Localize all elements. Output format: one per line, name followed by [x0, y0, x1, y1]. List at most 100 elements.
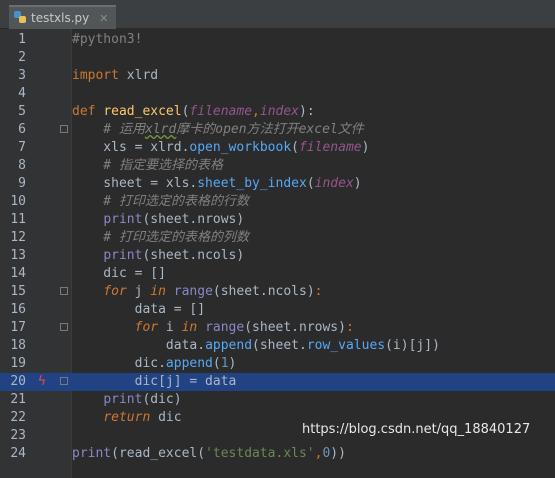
- code-text: print(sheet.ncols): [72, 247, 244, 265]
- python-file-icon: [13, 10, 27, 27]
- code-line-10[interactable]: 10 # 打印选定的表格的行数: [0, 193, 555, 211]
- code-token: )): [330, 446, 346, 461]
- keyword-token: for: [134, 320, 159, 335]
- code-line-17[interactable]: 17 for i in range(sheet.nrows):: [0, 319, 555, 337]
- code-line-2[interactable]: 2: [0, 49, 555, 67]
- tab-testxls[interactable]: testxls.py ✕: [9, 5, 117, 29]
- code-text: return dic: [72, 409, 182, 427]
- line-number: 13: [10, 248, 26, 263]
- code-editor[interactable]: 1 #python3! 2 3 import xlrd 4 5 def read…: [0, 29, 555, 478]
- code-token: (: [212, 356, 221, 371]
- code-token: data.: [72, 338, 206, 353]
- code-text: data.append(sheet.row_values(i)[j]): [72, 337, 440, 355]
- string-token: 'testdata.xls': [205, 446, 315, 461]
- code-token: sheet = xls.: [72, 176, 198, 191]
- line-number: 21: [10, 392, 26, 407]
- code-token: ): [228, 356, 237, 371]
- code-token: dic.: [72, 356, 166, 371]
- code-token: (sheet.ncols): [212, 284, 315, 299]
- code-text: sheet = xls.sheet_by_index(index): [72, 175, 361, 193]
- line-number: 6: [18, 122, 26, 137]
- code-token: (i)[j]): [385, 338, 440, 353]
- code-token: (: [306, 176, 315, 191]
- method-token: row_values: [306, 338, 386, 353]
- fold-marker-icon[interactable]: [60, 377, 68, 385]
- code-line-11[interactable]: 11 print(sheet.nrows): [0, 211, 555, 229]
- code-token: (sheet.ncols): [142, 248, 245, 263]
- code-text: for j in range(sheet.ncols):: [72, 283, 322, 301]
- code-text: print(dic): [72, 391, 181, 409]
- code-token: (sheet.: [252, 338, 307, 353]
- code-text: for i in range(sheet.nrows):: [72, 319, 354, 337]
- builtin-token: range: [205, 320, 245, 335]
- method-token: sheet_by_index: [197, 176, 307, 191]
- keyword-token: import: [72, 68, 119, 83]
- code-token: (sheet.nrows): [244, 320, 346, 335]
- code-token: dic: [150, 410, 182, 425]
- code-line-18[interactable]: 18 data.append(sheet.row_values(i)[j]): [0, 337, 555, 355]
- builtin-token: print: [72, 446, 112, 461]
- code-line-24[interactable]: 24 print(read_excel('testdata.xls',0)): [0, 445, 555, 463]
- editor-tab-bar: testxls.py ✕: [0, 0, 555, 29]
- code-token: i: [158, 320, 182, 335]
- code-token: (read_excel(: [111, 446, 206, 461]
- line-number: 15: [10, 284, 26, 299]
- method-token: append: [205, 338, 253, 353]
- line-number: 11: [10, 212, 26, 227]
- line-number: 2: [18, 50, 26, 65]
- fold-marker-icon[interactable]: [60, 323, 68, 331]
- line-number: 7: [18, 140, 26, 155]
- line-number: 3: [18, 68, 26, 83]
- fold-marker-icon[interactable]: [60, 125, 68, 133]
- code-text: dic = []: [72, 266, 166, 281]
- fold-marker-icon[interactable]: [60, 287, 68, 295]
- line-number: 5: [18, 104, 26, 119]
- code-line-16[interactable]: 16 data = []: [0, 301, 555, 319]
- param-token: filename: [189, 104, 253, 119]
- code-line-1[interactable]: 1 #python3!: [0, 31, 555, 49]
- line-number: 10: [10, 194, 26, 209]
- code-line-7[interactable]: 7 xls = xlrd.open_workbook(filename): [0, 139, 555, 157]
- code-line-14[interactable]: 14 dic = []: [0, 265, 555, 283]
- method-token: open_workbook: [189, 140, 292, 155]
- code-token: j: [126, 284, 151, 299]
- code-line-5[interactable]: 5 def read_excel(filename,index):: [0, 103, 555, 121]
- line-number: 4: [18, 86, 26, 101]
- tab-close-icon[interactable]: ✕: [99, 12, 108, 25]
- ide-window: testxls.py ✕ 1 #python3! 2 3 import xlrd…: [0, 0, 555, 478]
- code-line-8[interactable]: 8 # 指定要选择的表格: [0, 157, 555, 175]
- code-line-13[interactable]: 13 print(sheet.ncols): [0, 247, 555, 265]
- keyword-token: for: [103, 284, 127, 299]
- code-line-12[interactable]: 12 # 打印选定的表格的列数: [0, 229, 555, 247]
- code-line-21[interactable]: 21 print(dic): [0, 391, 555, 409]
- line-number: 22: [10, 410, 26, 425]
- tab-filename: testxls.py: [31, 11, 90, 25]
- code-token: xls = xlrd.: [72, 140, 190, 155]
- code-text: print(read_excel('testdata.xls',0)): [72, 445, 346, 463]
- code-line-20-current[interactable]: 20 ϟ dic[j] = data: [0, 373, 555, 391]
- code-token: ,: [252, 104, 260, 119]
- keyword-token: return: [103, 410, 151, 425]
- code-token: :: [345, 320, 354, 335]
- line-number: 19: [10, 356, 26, 371]
- code-token: xlrd: [118, 68, 159, 83]
- code-line-19[interactable]: 19 dic.append(1): [0, 355, 555, 373]
- line-number: 14: [10, 266, 26, 281]
- code-line-3[interactable]: 3 import xlrd: [0, 67, 555, 85]
- code-line-9[interactable]: 9 sheet = xls.sheet_by_index(index): [0, 175, 555, 193]
- lightning-bolt-icon[interactable]: ϟ: [38, 374, 46, 390]
- code-line-6[interactable]: 6 # 运用xlrd摩卡的open方法打开excel文件: [0, 121, 555, 139]
- param-token: index: [259, 104, 300, 119]
- watermark-url: https://blog.csdn.net/qq_18840127: [302, 422, 531, 437]
- code-token: ): [361, 140, 370, 155]
- code-text: # 指定要选择的表格: [72, 158, 223, 173]
- code-line-4[interactable]: 4: [0, 85, 555, 103]
- code-line-15[interactable]: 15 for j in range(sheet.ncols):: [0, 283, 555, 301]
- line-number: 18: [10, 338, 26, 353]
